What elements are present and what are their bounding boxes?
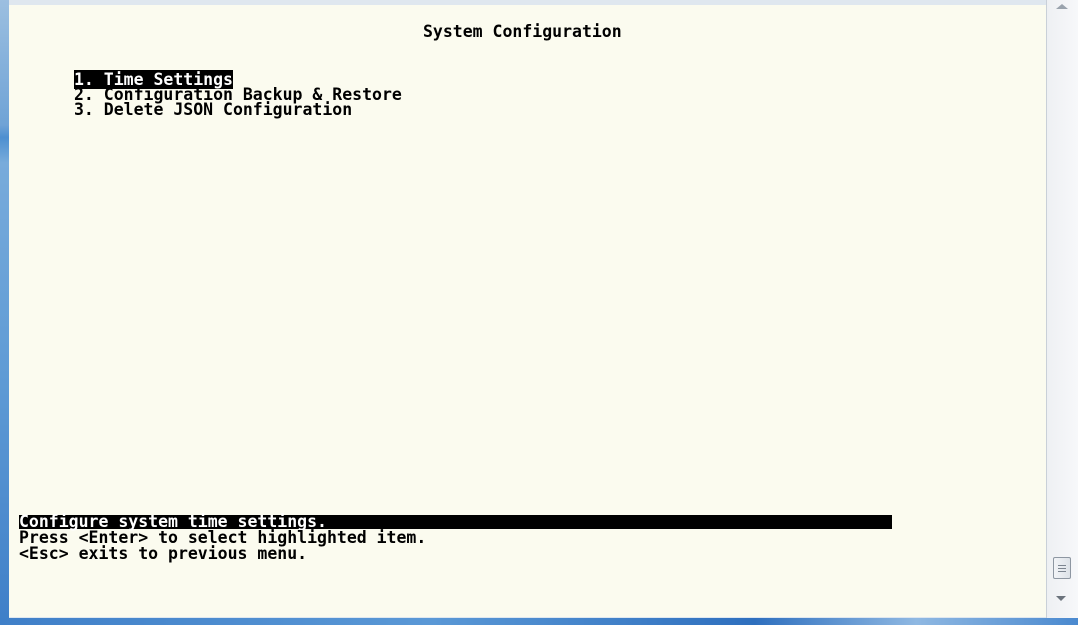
status-text: Configure system time settings. <box>19 512 327 531</box>
menu-item-delete-json-configuration[interactable]: 3. Delete JSON Configuration <box>74 100 353 119</box>
scroll-up-arrow-icon[interactable] <box>1056 4 1068 9</box>
grip-line <box>1058 568 1066 569</box>
help-text-enter: Press <Enter> to select highlighted item… <box>19 528 427 547</box>
grip-line <box>1058 565 1066 566</box>
screen-title: System Configuration <box>423 22 622 41</box>
terminal-window: System Configuration 1. Time Settings 2.… <box>0 0 1078 625</box>
window-frame-left <box>0 0 9 625</box>
terminal-screen[interactable]: System Configuration 1. Time Settings 2.… <box>9 5 1046 617</box>
window-frame-bottom <box>0 618 1078 625</box>
vertical-scrollbar[interactable] <box>1046 0 1078 618</box>
grip-line <box>1058 571 1066 572</box>
menu-item-label: 3. Delete JSON Configuration <box>74 100 353 119</box>
help-text-esc: <Esc> exits to previous menu. <box>19 544 308 563</box>
scrollbar-thumb[interactable] <box>1053 557 1071 579</box>
scroll-down-arrow-icon[interactable] <box>1056 596 1066 601</box>
